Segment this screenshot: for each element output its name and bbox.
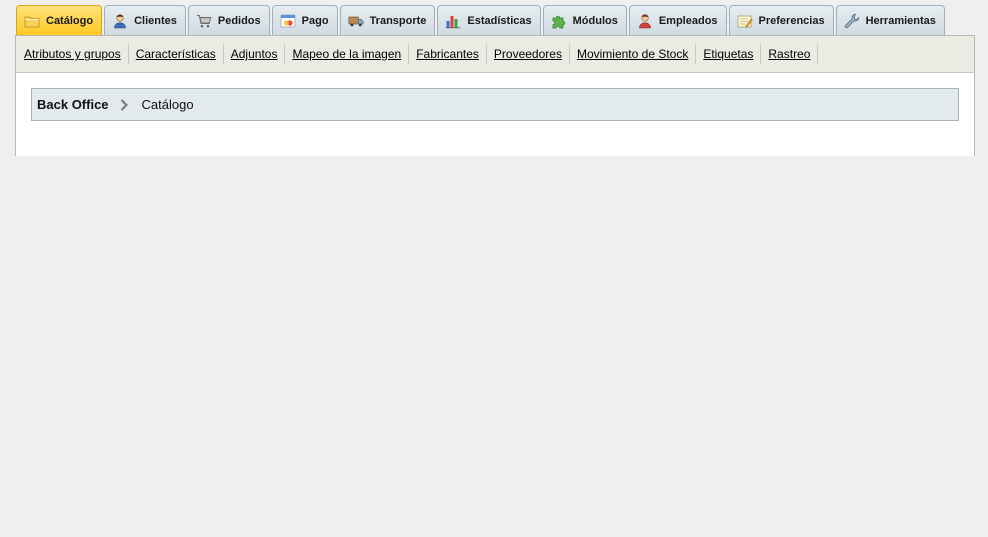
- tab-label: Pedidos: [217, 15, 261, 27]
- tab-herramientas[interactable]: Herramientas: [835, 5, 945, 36]
- submenu-movimiento-de-stock[interactable]: Movimiento de Stock: [570, 44, 697, 64]
- tab-label: Módulos: [572, 15, 618, 27]
- tab-label: Transporte: [369, 15, 427, 27]
- cart-icon: [196, 13, 212, 29]
- wrench-icon: [844, 13, 860, 29]
- submenu-proveedores[interactable]: Proveedores: [487, 44, 570, 64]
- breadcrumb-current: Catálogo: [141, 97, 194, 112]
- tab-empleados[interactable]: Empleados: [628, 5, 727, 36]
- tab-preferencias[interactable]: Preferencias: [728, 5, 834, 36]
- tab-label: Herramientas: [865, 15, 936, 27]
- folder-icon: [24, 13, 40, 29]
- tab-pedidos[interactable]: Pedidos: [187, 5, 270, 36]
- tab-label: Clientes: [134, 15, 177, 27]
- submenu-etiquetas[interactable]: Etiquetas: [696, 44, 762, 64]
- tab-pago[interactable]: Pago: [271, 5, 338, 36]
- tab-label: Estadísticas: [467, 15, 532, 27]
- employee-icon: [637, 13, 653, 29]
- breadcrumb: Back Office Catálogo: [31, 88, 959, 121]
- tab-catalogo[interactable]: Catálogo: [16, 5, 103, 36]
- content-panel: Back Office Catálogo: [15, 73, 975, 156]
- submenu-caracteristicas[interactable]: Características: [129, 44, 224, 64]
- tab-label: Empleados: [658, 15, 718, 27]
- submenu-atributos-y-grupos[interactable]: Atributos y grupos: [17, 44, 129, 64]
- breadcrumb-root[interactable]: Back Office: [37, 97, 109, 112]
- tab-label: Catálogo: [46, 15, 94, 27]
- truck-icon: [348, 13, 364, 29]
- submenu-rastreo[interactable]: Rastreo: [761, 44, 819, 64]
- payment-icon: [280, 13, 296, 29]
- tab-estadisticas[interactable]: Estadísticas: [437, 5, 541, 36]
- back-office-page: Catálogo Clientes Pedidos Pago Transport…: [0, 0, 988, 537]
- main-tab-bar: Catálogo Clientes Pedidos Pago Transport…: [16, 5, 947, 36]
- submenu-fabricantes[interactable]: Fabricantes: [409, 44, 487, 64]
- preferences-icon: [737, 13, 753, 29]
- tab-label: Pago: [301, 15, 329, 27]
- submenu-mapeo-de-la-imagen[interactable]: Mapeo de la imagen: [285, 44, 410, 64]
- puzzle-icon: [551, 13, 567, 29]
- bar-chart-icon: [445, 13, 461, 29]
- tab-transporte[interactable]: Transporte: [339, 5, 436, 36]
- customer-icon: [112, 13, 128, 29]
- tab-modulos[interactable]: Módulos: [542, 5, 627, 36]
- submenu-adjuntos[interactable]: Adjuntos: [224, 44, 286, 64]
- chevron-right-icon: [119, 98, 129, 112]
- tab-label: Preferencias: [758, 15, 825, 27]
- tab-clientes[interactable]: Clientes: [104, 5, 186, 36]
- catalog-submenu: Atributos y grupos Características Adjun…: [15, 35, 975, 73]
